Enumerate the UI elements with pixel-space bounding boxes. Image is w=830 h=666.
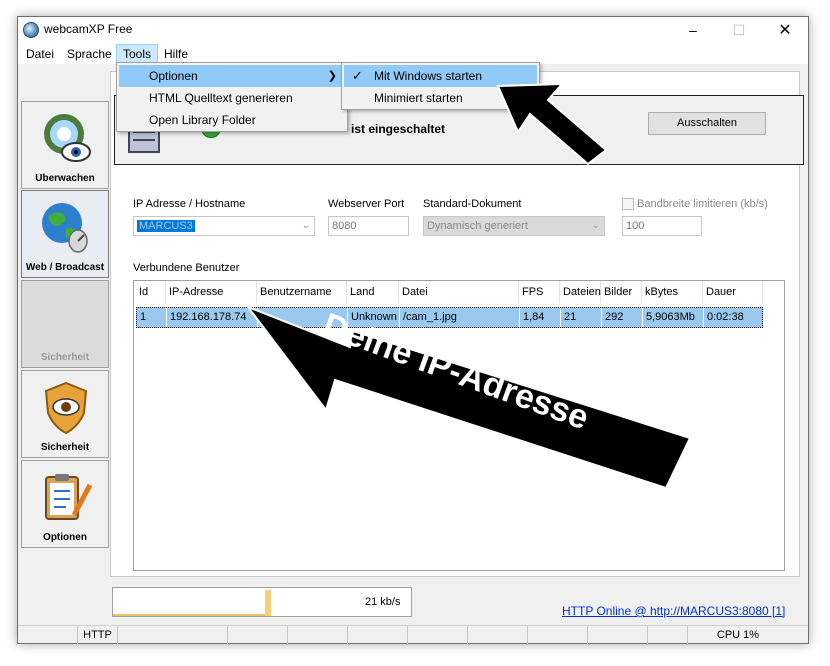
optionen-submenu: ✓ Mit Windows starten Minimiert starten — [341, 62, 540, 110]
doc-value: Dynamisch generiert — [427, 220, 528, 232]
ip-value: MARCUS3 — [137, 220, 195, 232]
status-bar: HTTP CPU 1% — [18, 625, 808, 644]
sidebar-item-sicherheit-disabled: Sicherheit — [21, 280, 109, 368]
statusbar-cell — [288, 626, 348, 644]
statusbar-cell — [348, 626, 408, 644]
web-broadcast-panel: ist eingeschaltet Ausschalten IP Adresse… — [110, 71, 804, 577]
minimize-button[interactable]: – — [670, 17, 716, 44]
statusbar-cpu: CPU 1% — [716, 629, 760, 641]
menu-hilfe[interactable]: Hilfe — [158, 44, 194, 64]
chevron-down-icon: ⌄ — [301, 220, 310, 231]
port-label: Webserver Port — [328, 198, 405, 210]
table-cell: /cam_1.jpg — [400, 308, 520, 327]
statusbar-cell — [468, 626, 528, 644]
menu-sprache[interactable]: Sprache — [61, 44, 118, 64]
title-bar: webcamXP Free – ☐ ✕ — [18, 17, 808, 44]
monitor-eye-icon — [44, 114, 91, 162]
menu-bar: Datei Sprache Tools Hilfe — [18, 44, 808, 64]
statusbar-cell — [648, 626, 688, 644]
column-header[interactable]: Land — [347, 281, 399, 303]
menu-tools[interactable]: Tools — [116, 44, 159, 64]
connected-users-title: Verbundene Benutzer — [133, 262, 240, 274]
globe-satellite-icon — [42, 203, 88, 253]
menu-item-open-library[interactable]: Open Library Folder — [119, 109, 345, 131]
sidebar-item-sicherheit[interactable]: Sicherheit — [21, 370, 109, 458]
table-cell: 1 — [137, 308, 167, 327]
chevron-down-icon: ⌄ — [591, 220, 600, 231]
menu-item-start-with-windows[interactable]: ✓ Mit Windows starten — [344, 65, 537, 87]
table-cell: 5,9063Mb — [643, 308, 704, 327]
table-cell: 0:02:38 — [704, 308, 764, 327]
menu-item-label: Mit Windows starten — [374, 69, 483, 83]
column-header[interactable]: Id — [136, 281, 166, 303]
chevron-right-icon: ❯ — [327, 70, 337, 82]
sidebar-item-label: Sicherheit — [40, 352, 90, 363]
bandwidth-baseline — [113, 614, 268, 616]
table-cell: 21 — [561, 308, 602, 327]
statusbar-cell — [118, 626, 228, 644]
column-header[interactable]: Dauer — [703, 281, 763, 303]
menu-item-start-minimized[interactable]: Minimiert starten — [344, 87, 537, 109]
statusbar-cell — [528, 626, 588, 644]
sidebar-item-optionen[interactable]: Optionen — [21, 460, 109, 548]
maximize-button[interactable]: ☐ — [716, 17, 762, 44]
column-header[interactable]: Bilder — [601, 281, 642, 303]
default-document-select: Dynamisch generiert ⌄ — [423, 216, 605, 236]
bandwidth-graph: 21 kb/s — [112, 587, 412, 617]
ip-label: IP Adresse / Hostname — [133, 198, 246, 210]
statusbar-cell — [588, 626, 648, 644]
statusbar-protocol: HTTP — [78, 626, 118, 644]
checkmark-icon: ✓ — [352, 68, 363, 83]
bandwidth-limit-checkbox[interactable] — [622, 198, 634, 210]
bandwidth-rate: 21 kb/s — [365, 596, 401, 608]
sidebar-item-label: Überwachen — [35, 173, 95, 184]
shield-eye-icon — [44, 381, 88, 435]
window-title: webcamXP Free — [44, 22, 133, 36]
menu-item-html-source[interactable]: HTML Quelltext generieren — [119, 87, 345, 109]
menu-item-optionen[interactable]: Optionen ❯ — [119, 65, 345, 87]
statusbar-cell — [228, 626, 288, 644]
sidebar-item-label: Optionen — [43, 532, 87, 543]
sidebar-item-label: Sicherheit — [40, 442, 90, 453]
connected-users-table: Id IP-Adresse Benutzername Land Datei FP… — [133, 280, 785, 571]
table-cell: 292 — [602, 308, 643, 327]
menu-datei[interactable]: Datei — [20, 44, 60, 64]
column-header[interactable]: Dateien — [560, 281, 601, 303]
column-header[interactable]: Datei — [399, 281, 519, 303]
close-button[interactable]: ✕ — [762, 17, 808, 44]
bandwidth-label: Bandbreite limitieren (kb/s) — [637, 198, 768, 210]
table-cell: Unknown — [348, 308, 400, 327]
webcam-app-icon — [23, 22, 39, 38]
server-status-text: ist eingeschaltet — [351, 122, 446, 136]
bandwidth-spike — [265, 590, 271, 616]
ausschalten-button[interactable]: Ausschalten — [648, 112, 766, 135]
sidebar-item-ueberwachen[interactable]: Überwachen — [21, 101, 109, 189]
column-header[interactable]: FPS — [519, 281, 560, 303]
column-header[interactable]: Benutzername — [257, 281, 347, 303]
statusbar-cell — [18, 626, 78, 644]
statusbar-cell — [408, 626, 468, 644]
bandwidth-input[interactable]: 100 — [622, 216, 702, 236]
table-cell: 192.168.178.74 — [167, 308, 258, 327]
tools-menu: Optionen ❯ HTML Quelltext generieren Ope… — [116, 62, 348, 132]
sidebar-item-web-broadcast[interactable]: Web / Broadcast — [21, 190, 109, 278]
column-header[interactable]: kBytes — [642, 281, 703, 303]
column-header[interactable]: IP-Adresse — [166, 281, 257, 303]
http-status-link[interactable]: HTTP Online @ http://MARCUS3:8080 [1] — [562, 604, 785, 618]
table-cell — [258, 308, 348, 327]
sidebar-item-label: Web / Broadcast — [25, 262, 105, 273]
table-row[interactable]: 1 192.168.178.74 Unknown /cam_1.jpg 1,84… — [136, 307, 764, 328]
table-cell: 1,84 — [520, 308, 561, 327]
clipboard-pencil-icon — [45, 474, 93, 520]
menu-item-label: Optionen — [149, 69, 198, 83]
doc-label: Standard-Dokument — [423, 198, 522, 210]
ip-hostname-select[interactable]: MARCUS3 ⌄ — [133, 216, 315, 236]
port-input[interactable]: 8080 — [328, 216, 409, 236]
